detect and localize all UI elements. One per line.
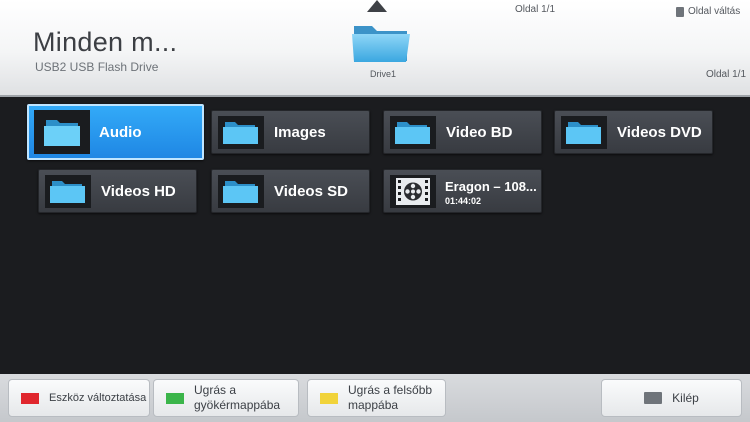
- tile-label: Videos DVD: [617, 123, 702, 141]
- folder-tile-audio[interactable]: Audio: [27, 104, 204, 160]
- film-reel-icon: [396, 178, 430, 205]
- folder-icon-box: [34, 110, 90, 154]
- change-device-button[interactable]: Eszköz változtatása: [8, 379, 150, 417]
- go-to-root-line2: gyökérmappába: [194, 398, 281, 412]
- tile-label: Audio: [99, 123, 142, 141]
- video-duration: 01:44:02: [445, 196, 482, 206]
- exit-label: Kilép: [672, 390, 699, 405]
- go-to-root-text: Ugrás a gyökérmappába: [194, 383, 280, 413]
- drive-folder-icon: [352, 26, 410, 62]
- folder-icon-box: [390, 116, 436, 149]
- go-to-parent-button[interactable]: Ugrás a felsőbb mappába: [307, 379, 446, 417]
- folder-icon: [44, 120, 80, 146]
- go-to-parent-text: Ugrás a felsőbb mappába: [348, 383, 432, 413]
- folder-icon-box: [218, 175, 264, 208]
- exit-button[interactable]: Kilép: [601, 379, 742, 417]
- footer-bar: Eszköz változtatása Ugrás a gyökérmappáb…: [0, 374, 750, 422]
- folder-tile-videos-hd[interactable]: Videos HD: [38, 169, 197, 213]
- page-indicator-top: Oldal 1/1: [515, 4, 556, 15]
- change-device-label: Eszköz változtatása: [49, 391, 147, 404]
- video-tile-eragon[interactable]: Eragon – 108... 01:44:02: [383, 169, 542, 213]
- drive-label: Drive1: [369, 69, 396, 79]
- video-title: Eragon – 108...: [445, 179, 537, 194]
- page-indicator-right: Oldal 1/1: [706, 69, 747, 80]
- folder-icon: [50, 181, 85, 203]
- folder-tile-videos-sd[interactable]: Videos SD: [211, 169, 370, 213]
- folder-icon: [223, 122, 258, 144]
- device-subtitle: USB2 USB Flash Drive: [35, 60, 159, 74]
- yellow-key-icon: [320, 392, 338, 404]
- folder-icon: [566, 122, 601, 144]
- tile-label: Video BD: [446, 123, 513, 141]
- page-switch-label: Oldal váltás: [688, 6, 741, 17]
- green-key-icon: [166, 392, 184, 404]
- drive-button[interactable]: Drive1: [350, 18, 416, 79]
- folder-icon-box: [218, 116, 264, 149]
- folder-icon: [223, 181, 258, 203]
- page-title: Minden m...: [33, 27, 178, 57]
- folder-tile-video-bd[interactable]: Video BD: [383, 110, 542, 154]
- exit-key-icon: [644, 392, 663, 404]
- video-icon-box: [390, 175, 436, 208]
- tile-label: Videos SD: [274, 182, 348, 200]
- folder-icon: [395, 122, 430, 144]
- go-to-parent-line1: Ugrás a felsőbb: [348, 383, 433, 397]
- go-to-root-line1: Ugrás a: [194, 383, 237, 397]
- folder-tile-videos-dvd[interactable]: Videos DVD: [554, 110, 713, 154]
- folder-icon-box: [45, 175, 91, 208]
- page-key-icon: [676, 6, 684, 17]
- video-tile-text: Eragon – 108... 01:44:02: [445, 179, 537, 206]
- go-to-root-button[interactable]: Ugrás a gyökérmappába: [153, 379, 299, 417]
- folder-icon-box: [561, 116, 607, 149]
- go-to-parent-line2: mappába: [348, 398, 399, 412]
- page-switch-hint[interactable]: Oldal váltás: [676, 6, 740, 17]
- header-bar: Minden m... USB2 USB Flash Drive Oldal 1…: [0, 0, 750, 97]
- folder-tile-images[interactable]: Images: [211, 110, 370, 154]
- tile-label: Images: [274, 123, 326, 141]
- red-key-icon: [21, 392, 39, 404]
- up-arrow-icon[interactable]: [367, 0, 387, 12]
- tile-label: Videos HD: [101, 182, 176, 200]
